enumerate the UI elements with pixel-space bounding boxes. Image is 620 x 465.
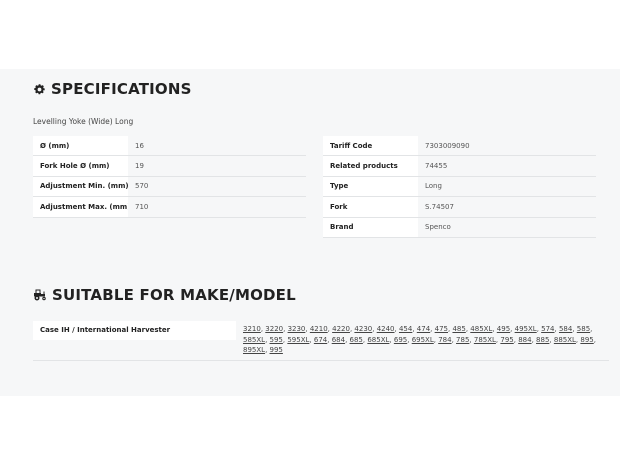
- spec-row: Adjustment Max. (mm) 710: [33, 196, 306, 218]
- gear-icon: [33, 83, 46, 96]
- model-link[interactable]: 884: [518, 336, 531, 344]
- model-link[interactable]: 585: [577, 325, 590, 333]
- model-link[interactable]: 3230: [288, 325, 306, 333]
- spec-value: Spenco: [418, 217, 596, 238]
- spec-row: Brand Spenco: [323, 217, 596, 238]
- model-link[interactable]: 895XL: [243, 346, 265, 354]
- spec-label: Related products: [323, 155, 418, 177]
- model-link[interactable]: 475: [435, 325, 448, 333]
- model-link[interactable]: 785: [456, 336, 469, 344]
- spec-label: Adjustment Min. (mm): [33, 176, 128, 198]
- specifications-title: SPECIFICATIONS: [51, 80, 192, 98]
- model-link[interactable]: 685XL: [367, 336, 389, 344]
- model-link[interactable]: 885: [536, 336, 549, 344]
- model-link[interactable]: 684: [332, 336, 345, 344]
- spec-row: Fork S.74507: [323, 196, 596, 218]
- spec-value: 710: [128, 196, 306, 218]
- spec-label: Ø (mm): [33, 136, 128, 157]
- spec-value: S.74507: [418, 196, 596, 218]
- specs-right-table: Tariff Code 7303009090 Related products …: [323, 136, 596, 238]
- spec-row: Adjustment Min. (mm) 570: [33, 176, 306, 198]
- make-model-row: Case IH / International Harvester 3210, …: [33, 321, 609, 361]
- spec-row: Ø (mm) 16: [33, 136, 306, 157]
- specs-left-table: Ø (mm) 16 Fork Hole Ø (mm) 19 Adjustment…: [33, 136, 306, 218]
- specifications-panel: SPECIFICATIONS Levelling Yoke (Wide) Lon…: [0, 69, 620, 396]
- spec-value: 570: [128, 176, 306, 198]
- model-link[interactable]: 674: [314, 336, 327, 344]
- model-link[interactable]: 695: [394, 336, 407, 344]
- spec-row: Tariff Code 7303009090: [323, 136, 596, 157]
- spec-row: Type Long: [323, 176, 596, 198]
- spec-row: Fork Hole Ø (mm) 19: [33, 155, 306, 177]
- spec-value: 16: [128, 136, 306, 157]
- model-link[interactable]: 485XL: [470, 325, 492, 333]
- model-link[interactable]: 4210: [310, 325, 328, 333]
- model-link[interactable]: 595XL: [287, 336, 309, 344]
- model-link[interactable]: 495XL: [515, 325, 537, 333]
- specifications-heading: SPECIFICATIONS: [33, 80, 192, 98]
- model-link[interactable]: 3210: [243, 325, 261, 333]
- model-link[interactable]: 4240: [377, 325, 395, 333]
- spec-label: Type: [323, 176, 418, 198]
- model-link[interactable]: 895: [580, 336, 593, 344]
- model-link[interactable]: 3220: [265, 325, 283, 333]
- spec-row: Related products 74455: [323, 155, 596, 177]
- product-name: Levelling Yoke (Wide) Long: [33, 117, 134, 126]
- model-link[interactable]: 574: [541, 325, 554, 333]
- model-link[interactable]: 495: [497, 325, 510, 333]
- model-link[interactable]: 785XL: [474, 336, 496, 344]
- spec-value: Long: [418, 176, 596, 198]
- model-link[interactable]: 795: [500, 336, 513, 344]
- model-links: 3210, 3220, 3230, 4210, 4220, 4230, 4240…: [243, 325, 596, 354]
- model-link[interactable]: 995: [270, 346, 283, 354]
- model-link[interactable]: 695XL: [412, 336, 434, 344]
- model-link[interactable]: 4230: [354, 325, 372, 333]
- model-link[interactable]: 685: [350, 336, 363, 344]
- suitable-heading: SUITABLE FOR MAKE/MODEL: [33, 286, 296, 304]
- model-link[interactable]: 885XL: [554, 336, 576, 344]
- spec-label: Fork: [323, 196, 418, 218]
- tractor-icon: [33, 289, 47, 301]
- model-link[interactable]: 585XL: [243, 336, 265, 344]
- spec-label: Brand: [323, 217, 418, 238]
- spec-value: 7303009090: [418, 136, 596, 157]
- suitable-title: SUITABLE FOR MAKE/MODEL: [52, 286, 296, 304]
- model-link[interactable]: 784: [438, 336, 451, 344]
- spec-label: Adjustment Max. (mm): [33, 196, 128, 218]
- spec-value: 74455: [418, 155, 596, 177]
- make-name: Case IH / International Harvester: [33, 321, 236, 340]
- spec-label: Fork Hole Ø (mm): [33, 155, 128, 177]
- spec-label: Tariff Code: [323, 136, 418, 157]
- model-link[interactable]: 454: [399, 325, 412, 333]
- model-link[interactable]: 485: [452, 325, 465, 333]
- model-link[interactable]: 584: [559, 325, 572, 333]
- model-link[interactable]: 595: [270, 336, 283, 344]
- spec-value: 19: [128, 155, 306, 177]
- model-link[interactable]: 4220: [332, 325, 350, 333]
- model-link[interactable]: 474: [417, 325, 430, 333]
